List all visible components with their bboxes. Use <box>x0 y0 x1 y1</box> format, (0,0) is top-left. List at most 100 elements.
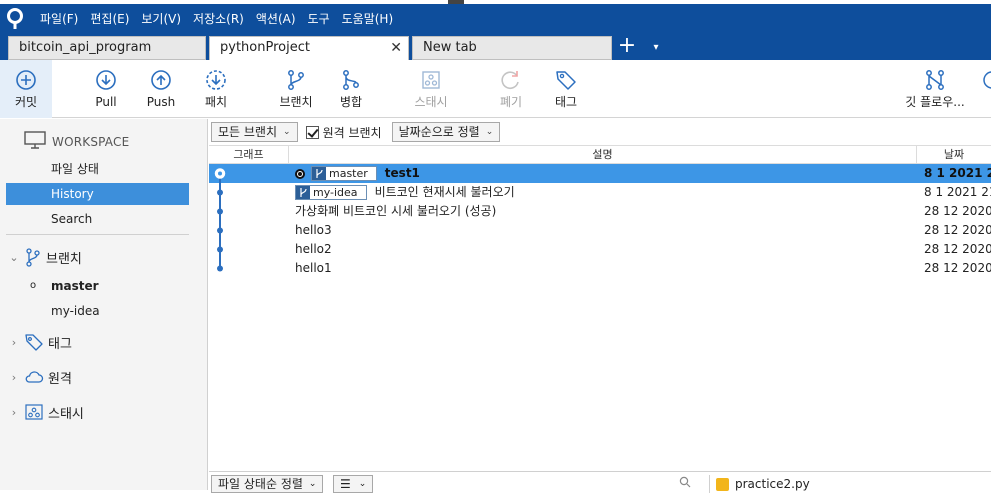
sourcetree-logo-icon <box>0 4 30 34</box>
tab-bar: bitcoin_api_program pythonProject ✕ New … <box>0 34 991 61</box>
column-header-date[interactable]: 날짜 <box>917 146 991 163</box>
branch-label: 브랜치 <box>279 95 313 109</box>
workspace-header: WORKSPACE <box>24 131 129 152</box>
menu-tools[interactable]: 도구 <box>302 4 336 34</box>
sidebar-divider <box>6 234 189 235</box>
fetch-label: 패치 <box>204 95 228 109</box>
column-header-description[interactable]: 설명 <box>289 146 917 163</box>
commit-row[interactable]: hello1 28 12 2020 <box>209 259 991 278</box>
branch-tag-label: my-idea <box>313 186 358 199</box>
graph-node <box>217 189 223 196</box>
tag-button[interactable]: 태그 <box>544 68 588 118</box>
chevron-down-icon: ⌄ <box>283 127 291 137</box>
menu-edit[interactable]: 편집(E) <box>84 4 135 34</box>
history-filter-bar: 모든 브랜치 ⌄ 원격 브랜치 날짜순으로 정렬 ⌄ <box>209 119 991 145</box>
sidebar-item-history[interactable]: History <box>6 183 189 205</box>
graph-node <box>217 227 223 234</box>
history-panel: 모든 브랜치 ⌄ 원격 브랜치 날짜순으로 정렬 ⌄ 그래프 설명 날짜 maste… <box>209 119 991 493</box>
branch-tag-label: master <box>329 167 368 180</box>
commit-date: 28 12 2020 <box>924 204 991 218</box>
branch-filter-dropdown[interactable]: 모든 브랜치 ⌄ <box>211 122 298 142</box>
menu-help[interactable]: 도움말(H) <box>336 4 400 34</box>
tab-label: bitcoin_api_program <box>19 40 152 55</box>
column-header-graph[interactable]: 그래프 <box>209 146 289 163</box>
graph-node <box>217 265 223 272</box>
commit-description: hello2 <box>295 240 332 259</box>
sidebar-section-stashes[interactable]: › 스태시 <box>8 400 84 424</box>
commit-button[interactable]: 커밋 <box>0 60 52 118</box>
commit-description: hello3 <box>295 221 332 240</box>
commit-description: 가상화폐 비트코인 시세 불러오기 (성공) <box>295 202 496 221</box>
close-tab-icon[interactable]: ✕ <box>390 37 402 59</box>
discard-button[interactable]: 폐기 <box>489 68 533 118</box>
commit-row[interactable]: 가상화폐 비트코인 시세 불러오기 (성공) 28 12 2020 <box>209 202 991 221</box>
branch-name: master <box>51 279 99 293</box>
graph-node <box>217 208 223 215</box>
sidebar-section-tags[interactable]: › 태그 <box>8 330 72 354</box>
tags-label: 태그 <box>48 336 72 352</box>
file-sort-dropdown[interactable]: 파일 상태순 정렬 ⌄ <box>211 475 324 493</box>
branch-tag-my-idea: my-idea <box>295 185 367 200</box>
tab-python-project[interactable]: pythonProject ✕ <box>209 36 409 61</box>
commit-graph <box>214 168 226 272</box>
stash-label: 스태시 <box>414 95 448 109</box>
menu-actions[interactable]: 액션(A) <box>250 4 302 34</box>
commit-row[interactable]: hello2 28 12 2020 <box>209 240 991 259</box>
branch-icon <box>296 186 310 199</box>
tab-label: pythonProject <box>220 40 310 55</box>
pull-button[interactable]: Pull <box>84 68 128 118</box>
sidebar-section-remotes[interactable]: › 원격 <box>8 365 72 389</box>
changed-file-item[interactable]: practice2.py <box>709 475 810 493</box>
tag-icon <box>544 68 588 94</box>
stash-icon <box>24 403 44 421</box>
graph-node-head-center <box>218 171 222 176</box>
discard-icon <box>489 68 533 94</box>
menu-file[interactable]: 파일(F) <box>34 4 84 34</box>
commit-description: my-idea 비트코인 현재시세 불러오기 <box>295 183 515 202</box>
branch-icon <box>312 167 326 180</box>
tab-bitcoin-api-program[interactable]: bitcoin_api_program <box>8 36 206 60</box>
sidebar-item-file-status[interactable]: 파일 상태 <box>6 158 189 180</box>
menu-view[interactable]: 보기(V) <box>135 4 187 34</box>
git-flow-button[interactable]: 깃 플로우... <box>900 68 970 118</box>
menu-repository[interactable]: 저장소(R) <box>187 4 250 34</box>
commit-list: master test1 8 1 2021 21 my-idea 비트코인 현재… <box>209 164 991 284</box>
stash-button[interactable]: 스태시 <box>408 68 454 118</box>
commit-row[interactable]: hello3 28 12 2020 <box>209 221 991 240</box>
add-tab-button[interactable]: + <box>616 34 638 60</box>
pull-label: Pull <box>95 95 117 109</box>
view-mode-dropdown[interactable]: ☰ ⌄ <box>333 475 374 493</box>
merge-button[interactable]: 병합 <box>329 68 373 118</box>
sidebar-item-search[interactable]: Search <box>6 208 189 230</box>
commit-message: 가상화폐 비트코인 시세 불러오기 (성공) <box>295 204 497 218</box>
tab-list-dropdown-icon[interactable]: ▾ <box>646 34 666 60</box>
remote-branches-checkbox[interactable]: 원격 브랜치 <box>305 124 382 141</box>
commit-icon <box>0 68 52 94</box>
commit-message: test1 <box>384 166 420 180</box>
tab-new-tab[interactable]: New tab <box>412 36 612 60</box>
search-icon[interactable] <box>679 476 691 491</box>
fetch-button[interactable]: 패치 <box>194 68 238 118</box>
stashes-label: 스태시 <box>48 406 84 422</box>
remote-button[interactable] <box>980 68 991 118</box>
file-name: practice2.py <box>735 477 810 491</box>
push-button[interactable]: Push <box>139 68 183 118</box>
commit-description: master test1 <box>295 164 420 183</box>
commit-row[interactable]: master test1 8 1 2021 21 <box>209 164 991 183</box>
commit-description: hello1 <box>295 259 332 278</box>
tag-icon <box>24 333 44 351</box>
checkbox-checked-icon <box>305 125 319 139</box>
cloud-icon <box>24 369 44 385</box>
commit-date: 28 12 2020 <box>924 242 991 256</box>
chevron-right-icon: › <box>11 370 17 384</box>
commit-row[interactable]: my-idea 비트코인 현재시세 불러오기 8 1 2021 21 <box>209 183 991 202</box>
sidebar-branch-master[interactable]: o master <box>30 275 99 297</box>
monitor-icon <box>24 131 46 152</box>
branch-button[interactable]: 브랜치 <box>274 68 318 118</box>
sidebar-branch-my-idea[interactable]: my-idea <box>30 300 100 322</box>
sort-order-dropdown[interactable]: 날짜순으로 정렬 ⌄ <box>391 122 501 142</box>
remotes-label: 원격 <box>48 371 72 387</box>
sidebar-section-branches[interactable]: ⌄ 브랜치 <box>8 245 82 269</box>
discard-label: 폐기 <box>499 95 523 109</box>
tag-label: 태그 <box>554 95 578 109</box>
